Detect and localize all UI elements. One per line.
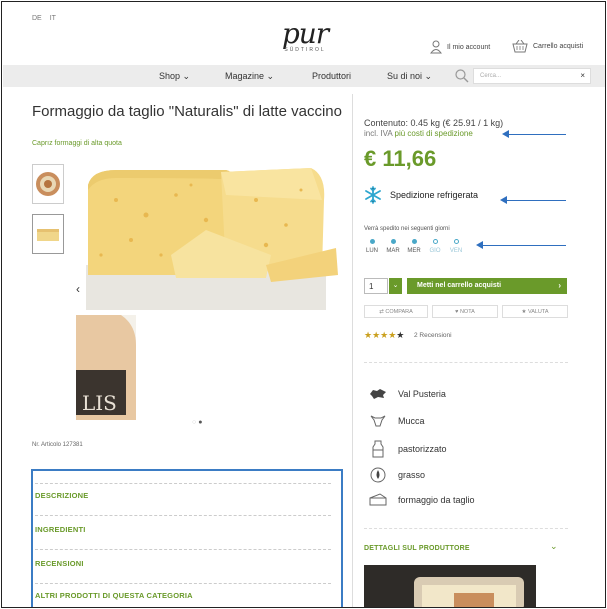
main-nav: Shop ⌄ Magazine ⌄ Produttori Su di noi ⌄… xyxy=(3,65,605,87)
site-logo[interactable]: pur SÜDTIROL xyxy=(270,17,340,54)
shipping-days: LUN MAR MER GIO VEN xyxy=(364,239,464,254)
nav-produttori[interactable]: Produttori xyxy=(312,71,351,81)
accordion-descrizione[interactable]: DESCRIZIONE xyxy=(35,491,88,500)
thumbnail-1[interactable] xyxy=(32,164,64,204)
accordion-ingredienti[interactable]: INGREDIENTI xyxy=(35,525,86,534)
attribute-type: formaggio da taglio xyxy=(368,493,475,507)
search-icon[interactable] xyxy=(455,69,469,83)
carousel-dots[interactable]: ○ ● xyxy=(192,419,202,426)
clear-icon[interactable]: × xyxy=(580,71,585,80)
chevron-down-icon: ⌄ xyxy=(182,71,191,81)
logo-wordmark: pur xyxy=(281,17,329,50)
cow-icon xyxy=(370,415,386,427)
chevron-down-icon[interactable]: ⌄ xyxy=(389,278,402,294)
producer-details-toggle[interactable]: DETTAGLI SUL PRODUTTORE xyxy=(364,545,470,552)
attribute-label: grasso xyxy=(398,470,426,480)
search-input[interactable]: Cerca... × xyxy=(473,68,591,84)
accordion-altri-prodotti[interactable]: ALTRI PRODOTTI DI QUESTA CATEGORIA xyxy=(35,591,193,600)
cart-label: Carrello acquisti xyxy=(533,43,584,50)
note-button[interactable]: ♥ NOTA xyxy=(432,305,498,318)
chevron-down-icon: ⌄ xyxy=(266,71,275,81)
product-image: LIS xyxy=(76,160,342,420)
quantity-select[interactable]: 1 xyxy=(364,278,388,294)
brand-link[interactable]: Caprız formaggi di alta quota xyxy=(32,140,122,147)
divider xyxy=(35,549,331,550)
heart-icon: ♥ xyxy=(455,309,459,315)
divider xyxy=(364,362,568,363)
nav-about[interactable]: Su di noi ⌄ xyxy=(387,71,432,82)
basket-icon xyxy=(512,40,528,53)
account-label: Il mio account xyxy=(447,43,491,51)
attribute-label: pastorizzato xyxy=(398,444,447,454)
attribute-label: formaggio da taglio xyxy=(398,495,475,505)
lang-de[interactable]: DE xyxy=(32,15,42,22)
attribute-label: Val Pusteria xyxy=(398,389,446,399)
day-mer: MER xyxy=(406,239,422,254)
shipping-days-note: Verrà spedito nei seguenti giorni xyxy=(364,226,450,232)
content-info: Contenuto: 0.45 kg (€ 25.91 / 1 kg) xyxy=(364,118,504,128)
divider xyxy=(35,483,331,484)
compare-button[interactable]: ⇄ COMPARA xyxy=(364,305,428,318)
cheese-icon xyxy=(369,493,387,506)
day-gio: GIO xyxy=(427,239,443,254)
day-ven: VEN xyxy=(448,239,464,254)
producer-image xyxy=(364,565,536,607)
account-link[interactable]: Il mio account xyxy=(430,40,490,54)
attribute-animal: Mucca xyxy=(368,414,425,428)
article-number: Nr. Articolo 127381 xyxy=(32,442,83,448)
tax-info: incl. IVA più costi di spedizione xyxy=(364,129,473,138)
attribute-fat: grasso xyxy=(368,466,425,484)
accordion-recensioni[interactable]: RECENSIONI xyxy=(35,559,84,568)
lang-it[interactable]: IT xyxy=(50,15,56,22)
language-switcher: DE IT xyxy=(32,15,62,22)
svg-text:LIS: LIS xyxy=(82,391,117,415)
logo-subtitle: SÜDTIROL xyxy=(284,47,326,53)
cold-shipping: Spedizione refrigerata xyxy=(364,186,478,204)
map-region-icon xyxy=(370,389,386,399)
user-icon xyxy=(430,40,442,54)
reviews-link[interactable]: 2 Recensioni xyxy=(414,332,452,339)
cold-shipping-label: Spedizione refrigerata xyxy=(390,190,479,200)
snowflake-icon xyxy=(365,186,381,204)
star-icon: ★ xyxy=(521,309,527,315)
rating-stars: ★★★★★ xyxy=(364,330,405,340)
fat-drop-icon xyxy=(370,467,386,483)
divider xyxy=(35,583,331,584)
product-details-accordion: DESCRIZIONE INGREDIENTI RECENSIONI ALTRI… xyxy=(31,469,343,607)
rate-button[interactable]: ★ VALUTA xyxy=(502,305,568,318)
milk-bottle-icon xyxy=(372,440,384,458)
product-price: € 11,66 xyxy=(364,146,437,171)
shipping-costs-link[interactable]: più costi di spedizione xyxy=(395,129,473,138)
day-lun: LUN xyxy=(364,239,380,254)
chevron-down-icon[interactable]: ⌄ xyxy=(550,541,558,552)
add-to-cart-button[interactable]: Metti nel carrello acquisti › xyxy=(407,278,567,294)
column-divider xyxy=(352,94,353,607)
nav-magazine[interactable]: Magazine ⌄ xyxy=(225,71,274,82)
attribute-label: Mucca xyxy=(398,416,425,426)
thumbnail-2[interactable] xyxy=(32,214,64,254)
chevron-down-icon: ⌄ xyxy=(424,71,433,81)
nav-shop[interactable]: Shop ⌄ xyxy=(159,71,190,82)
product-title: Formaggio da taglio "Naturalis" di latte… xyxy=(32,103,342,120)
divider xyxy=(35,515,331,516)
annotation-arrow xyxy=(500,196,566,204)
attribute-region: Val Pusteria xyxy=(368,388,446,400)
chevron-left-icon[interactable]: ‹ xyxy=(76,282,80,296)
annotation-arrow xyxy=(502,130,566,138)
divider xyxy=(364,528,568,529)
attribute-milk: pastorizzato xyxy=(368,440,447,458)
annotation-arrow xyxy=(476,241,566,249)
cart-link[interactable]: Carrello acquisti xyxy=(512,40,583,53)
page-frame: DE IT pur SÜDTIROL Il mio account Carrel… xyxy=(1,1,606,608)
compare-icon: ⇄ xyxy=(379,309,384,315)
day-mar: MAR xyxy=(385,239,401,254)
chevron-right-icon: › xyxy=(558,281,561,290)
